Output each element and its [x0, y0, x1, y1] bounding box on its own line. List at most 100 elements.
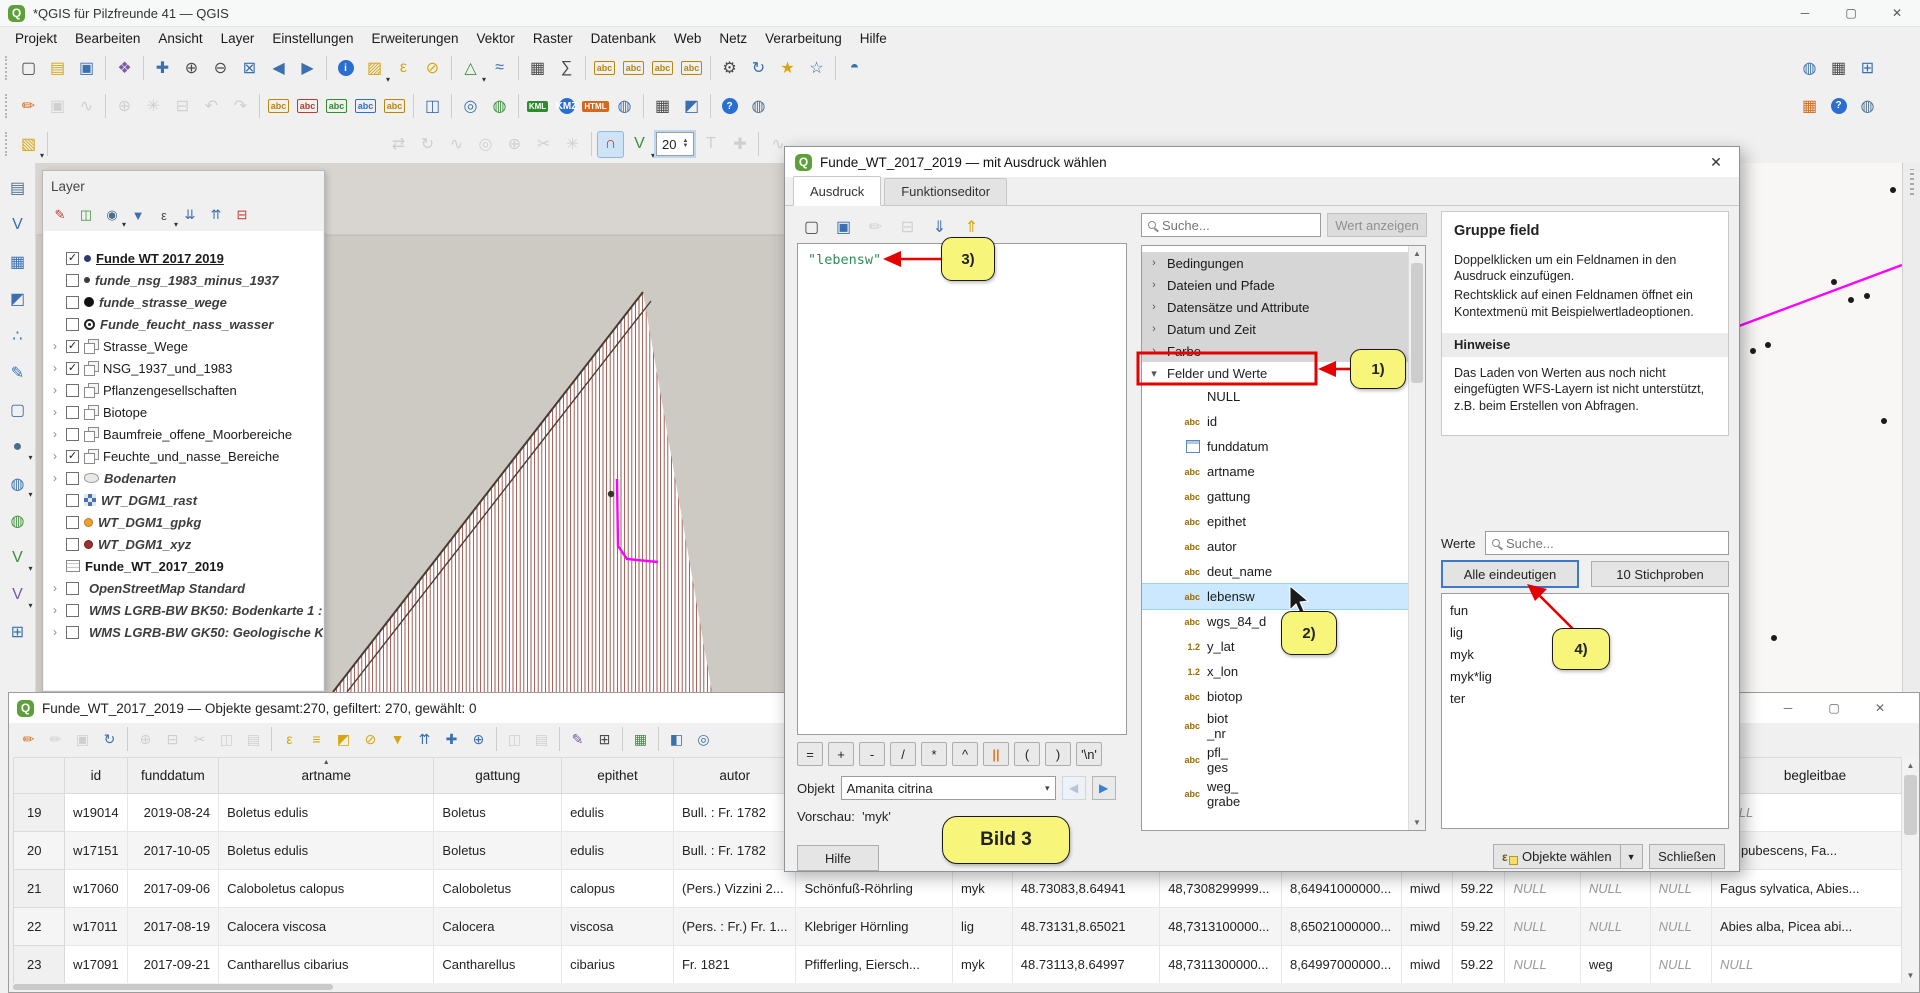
open-attribute-table-button[interactable]: ▦ [524, 55, 551, 82]
zoom-in-button[interactable]: ⊕ [178, 55, 205, 82]
values-search[interactable] [1485, 531, 1729, 555]
function-search-input[interactable] [1162, 218, 1314, 233]
add-delimited-text-layer-button[interactable]: ✎ [5, 360, 31, 386]
new-bookmark-button[interactable]: ★ [774, 55, 801, 82]
attr-select-by-expression-button[interactable]: ε [277, 727, 302, 752]
identify-features-button[interactable]: i [332, 55, 359, 82]
cell[interactable]: Abies alba, Picea abi... [1711, 908, 1918, 946]
cell[interactable]: (Pers.) Vizzini 2... [673, 870, 795, 908]
attr-toggle-editing-button[interactable]: ✏ [16, 727, 41, 752]
cell[interactable]: (Pers. : Fr.) Fr. 1... [673, 908, 795, 946]
zoom-next-button[interactable]: ▶ [294, 55, 321, 82]
expr-group-item[interactable]: ›Bedingungen [1142, 252, 1425, 274]
layer-checkbox[interactable] [66, 296, 79, 309]
expander-icon[interactable]: › [49, 383, 61, 397]
cell[interactable]: ula pubescens, Fa... [1711, 832, 1918, 870]
cell[interactable]: viscosa [562, 908, 674, 946]
label-move-button[interactable]: abc [323, 93, 350, 120]
layer-item[interactable]: ›WMS LGRB-BW BK50: Bodenkarte 1 : [44, 599, 323, 621]
cell[interactable]: Calocera [434, 908, 562, 946]
op-divide-button[interactable]: / [890, 742, 916, 766]
close-button[interactable]: ✕ [1874, 0, 1920, 26]
cell[interactable]: 2017-09-21 [127, 946, 219, 984]
cell[interactable]: w17060 [65, 870, 128, 908]
cell[interactable]: 59.22 [1452, 908, 1505, 946]
cell[interactable]: Boletus edulis [219, 832, 434, 870]
save-expression-button[interactable]: ▣ [830, 213, 857, 240]
select-features-button[interactable]: ▨ [361, 55, 388, 82]
layer-item[interactable]: ›Biotope [44, 401, 323, 423]
add-wfs-layer-button[interactable]: V [5, 545, 31, 571]
collapse-all-button[interactable]: ⇈ [204, 203, 228, 227]
layer-checkbox[interactable] [66, 340, 79, 353]
expr-field-item[interactable]: abcid [1142, 409, 1425, 434]
cell[interactable]: NULL [1650, 908, 1711, 946]
sample-button[interactable]: 10 Stichproben [1591, 561, 1729, 587]
cell[interactable]: miwd [1401, 946, 1452, 984]
tab-funktionseditor[interactable]: Funktionseditor [884, 178, 1007, 205]
dome-view-button[interactable]: ◍ [1854, 92, 1881, 119]
web-globe-button[interactable]: ◍ [611, 93, 638, 120]
table-row[interactable]: 22w170112017-08-19Calocera viscosaCaloce… [14, 908, 1919, 946]
layer-item[interactable]: ›Baumfreie_offene_Moorbereiche [44, 423, 323, 445]
menu-netz[interactable]: Netz [710, 29, 756, 48]
label-unplaced-button[interactable]: abc [294, 93, 321, 120]
expr-field-item[interactable]: abcpfl_ ges [1142, 743, 1425, 777]
pin-labels-button[interactable]: abc [649, 55, 676, 82]
zoom-last-button[interactable]: ◀ [265, 55, 292, 82]
column-header[interactable] [14, 758, 65, 794]
label-rotate-button[interactable]: abc [352, 93, 379, 120]
cell[interactable]: miwd [1401, 870, 1452, 908]
cell[interactable]: Caloboletus calopus [219, 870, 434, 908]
op-multiply-button[interactable]: * [921, 742, 947, 766]
cell[interactable]: w17011 [65, 908, 128, 946]
help-q-button[interactable]: ? [1825, 92, 1852, 119]
cell[interactable]: Fagus sylvatica, Abies... [1711, 870, 1918, 908]
column-header[interactable]: gattung [434, 758, 562, 794]
cell[interactable]: NULL [1505, 870, 1580, 908]
cell[interactable]: 48.73083,8.64941 [1012, 870, 1159, 908]
layer-item[interactable]: WT_DGM1_rast [44, 489, 323, 511]
cell[interactable]: Klebriger Hörnling [796, 908, 953, 946]
open-layer-styling-button[interactable]: ✎ [48, 203, 72, 227]
scroll-down-icon[interactable]: ▼ [1409, 815, 1425, 830]
layer-item[interactable]: Funde WT 2017 2019 [44, 247, 323, 269]
add-postgis-layer-button[interactable]: ● [5, 434, 31, 460]
raster-tools-button[interactable]: ▦ [1796, 92, 1823, 119]
column-header[interactable]: begleitbae [1711, 758, 1918, 794]
snap-tolerance-input[interactable]: 20▲▼ [656, 132, 694, 156]
select-by-expression-button[interactable]: ε [390, 55, 417, 82]
add-arcgis-layer-button[interactable]: V [5, 582, 31, 608]
osm-search-button[interactable]: ◍ [486, 93, 513, 120]
next-feature-button[interactable]: ▶ [1092, 776, 1116, 800]
project-new-button[interactable]: ▢ [15, 55, 42, 82]
new-expression-button[interactable]: ▢ [798, 213, 825, 240]
cell[interactable]: weg [1580, 946, 1650, 984]
value-item[interactable]: fun [1442, 600, 1728, 622]
attr-maximize-button[interactable]: ▢ [1811, 693, 1857, 723]
expr-group-item[interactable]: ›Dateien und Pfade [1142, 274, 1425, 296]
enable-snapping-button[interactable]: ∩ [597, 131, 624, 158]
metasearch-button[interactable]: ◎ [457, 93, 484, 120]
cell[interactable]: Pfifferling, Eiersch... [796, 946, 953, 984]
expander-icon[interactable]: › [49, 427, 61, 441]
statistical-summary-button[interactable]: ≈ [486, 55, 513, 82]
zoom-full-button[interactable]: ⊠ [236, 55, 263, 82]
expander-icon[interactable]: › [49, 625, 61, 639]
export-expressions-button[interactable]: ⇑ [958, 213, 985, 240]
attr-vertical-scrollbar[interactable]: ▲ ▼ [1901, 757, 1919, 983]
layer-item[interactable]: funde_nsg_1983_minus_1937 [44, 269, 323, 291]
help-contents-button[interactable]: ? [716, 93, 743, 120]
add-raster-layer-button[interactable]: ▦ [5, 249, 31, 275]
scrollbar-thumb[interactable] [1904, 775, 1917, 835]
layer-item[interactable]: ›WMS LGRB-BW GK50: Geologische Ka [44, 621, 323, 643]
menu-vektor[interactable]: Vektor [468, 29, 524, 48]
expr-field-item[interactable]: abcautor [1142, 534, 1425, 559]
attr-conditional-formatting-button[interactable]: ✎ [565, 727, 590, 752]
deselect-all-button[interactable]: ⊘ [419, 55, 446, 82]
project-save-button[interactable]: ▣ [73, 55, 100, 82]
cell[interactable]: 2019-08-24 [127, 794, 219, 832]
attr-filter-form-button[interactable]: ▼ [385, 727, 410, 752]
layer-checkbox[interactable] [66, 362, 79, 375]
layer-item[interactable]: WT_DGM1_xyz [44, 533, 323, 555]
